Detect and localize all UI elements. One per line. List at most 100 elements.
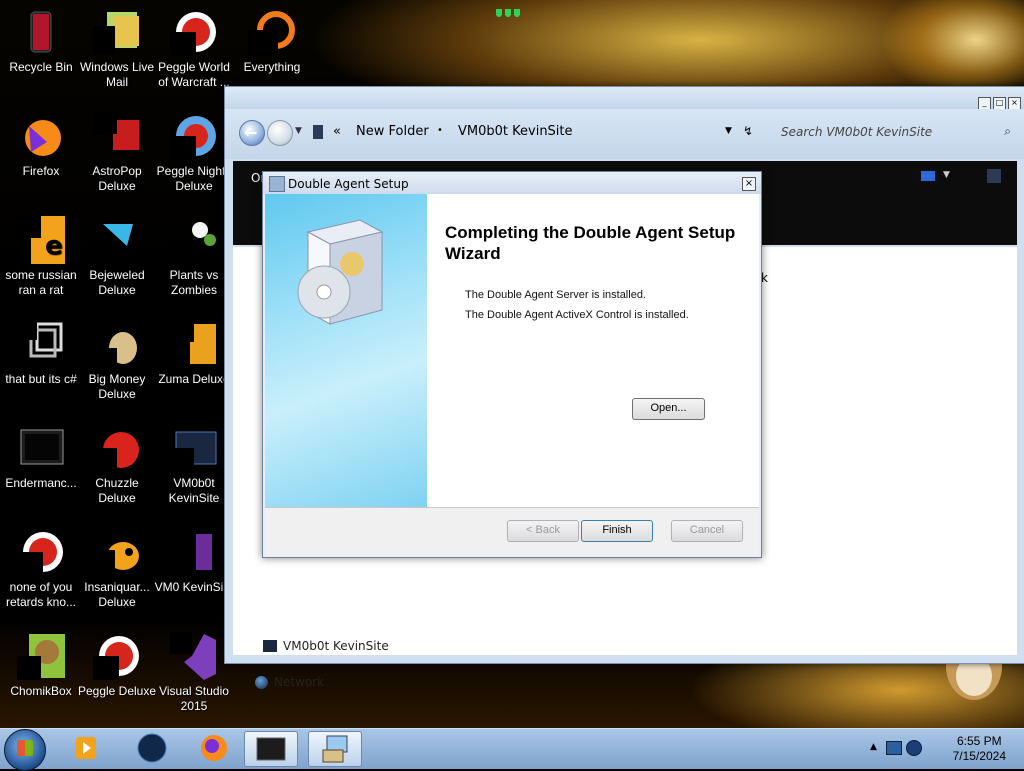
desktop-icon-bejeweled[interactable]: Bejeweled Deluxe xyxy=(76,210,158,298)
open-button[interactable]: Open... xyxy=(632,398,705,420)
desktop-icon-everything[interactable]: Everything xyxy=(231,2,313,75)
taskbar-item-firefox[interactable] xyxy=(188,731,240,765)
address-row: ← ▼ « New Folder • VM0b0t KevinSite ▼ ↯ … xyxy=(225,109,1024,159)
folder-icon xyxy=(263,640,277,652)
astropop-icon xyxy=(93,112,141,160)
arrow-left-icon: ← xyxy=(244,123,258,142)
search-icon[interactable]: ⌕ xyxy=(1004,124,1011,139)
windows-logo-icon xyxy=(17,740,33,756)
breadcrumb-new-folder[interactable]: New Folder xyxy=(356,124,429,139)
show-hidden-icons-icon[interactable]: ▲ xyxy=(870,742,877,752)
wizard-footer: < Back Finish Cancel xyxy=(265,507,759,556)
firefox-icon xyxy=(201,735,227,761)
back-button[interactable]: ← xyxy=(239,120,265,146)
search-placeholder: Search VM0b0t KevinSite xyxy=(781,125,933,139)
status-message-activex: The Double Agent ActiveX Control is inst… xyxy=(465,309,689,321)
wizard-content: Completing the Double Agent Setup Wizard… xyxy=(427,194,759,507)
back-button[interactable]: < Back xyxy=(507,520,579,542)
explorer-titlebar[interactable] xyxy=(225,87,1024,109)
app-icon xyxy=(17,528,65,576)
wizard-heading: Completing the Double Agent Setup Wizard xyxy=(445,223,736,263)
network-status-icon[interactable] xyxy=(886,741,902,755)
breadcrumb-separator[interactable]: • xyxy=(437,125,443,136)
folder-icon xyxy=(313,125,323,139)
nav-item-label: VM0b0t KevinSite xyxy=(283,639,389,653)
desktop-icon-endermanc[interactable]: Endermanc... xyxy=(0,418,82,491)
status-message-server: The Double Agent Server is installed. xyxy=(465,289,646,301)
taskbar-item-setup[interactable] xyxy=(308,731,362,767)
nav-item-vm0b0t-kevinsite[interactable]: VM0b0t KevinSite xyxy=(263,639,389,653)
chuzzle-icon xyxy=(93,424,141,472)
taskbar-item-globe-app[interactable] xyxy=(126,731,178,765)
network-icon xyxy=(255,675,268,689)
app-icon: e xyxy=(17,216,65,264)
desktop-icon-big-money[interactable]: Big Money Deluxe xyxy=(76,314,158,402)
view-options-icon[interactable] xyxy=(921,171,935,181)
address-bar[interactable]: « New Folder • VM0b0t KevinSite ▼ ↯ xyxy=(297,122,767,142)
plants-vs-zombies-icon xyxy=(170,216,218,264)
peggle-icon xyxy=(170,8,218,56)
bejeweled-icon xyxy=(93,216,141,264)
breadcrumb-overflow[interactable]: « xyxy=(333,124,341,139)
desktop-icon-chomikbox[interactable]: ChomikBox xyxy=(0,626,82,699)
preview-pane-icon[interactable] xyxy=(987,169,1001,183)
taskbar: ▲ 6:55 PM 7/15/2024 xyxy=(0,728,1024,771)
setup-icon xyxy=(322,735,348,763)
folder-icon xyxy=(170,424,218,472)
wallpaper-leds xyxy=(496,6,526,17)
setup-dialog: Double Agent Setup × Completing the Doub… xyxy=(262,171,762,558)
desktop-icon-none-of-you[interactable]: none of you retards kno... xyxy=(0,522,82,610)
desktop-icon-zuma[interactable]: Zuma Deluxe xyxy=(153,314,235,387)
app-window-icon xyxy=(256,737,286,761)
taskbar-item-media-player[interactable] xyxy=(60,731,112,765)
fish-icon xyxy=(93,528,141,576)
desktop-icon-windows-live-mail[interactable]: Windows Live Mail xyxy=(76,2,158,90)
desktop-icon-peggle-wow[interactable]: Peggle World of Warcraft ... xyxy=(153,2,235,90)
start-button[interactable] xyxy=(4,729,46,771)
hamster-icon xyxy=(17,632,65,680)
notification-area: ▲ 6:55 PM 7/15/2024 xyxy=(864,729,1024,769)
cancel-button[interactable]: Cancel xyxy=(671,520,743,542)
desktop-icon-vm0b0t-kevinsite[interactable]: VM0b0t KevinSite xyxy=(153,418,235,506)
recycle-bin-icon xyxy=(17,8,65,56)
desktop-icon-some-russian[interactable]: e some russian ran a rat xyxy=(0,210,82,298)
wizard-banner xyxy=(265,194,427,507)
desktop-icon-insaniquarium[interactable]: Insaniquar... Deluxe xyxy=(76,522,158,610)
search-input[interactable]: Search VM0b0t KevinSite ⌕ xyxy=(773,122,1015,142)
breadcrumb-vm0b0t-kevinsite[interactable]: VM0b0t KevinSite xyxy=(458,124,573,139)
volume-icon[interactable] xyxy=(906,740,922,756)
taskbar-item-app-window[interactable] xyxy=(244,731,298,767)
system-clock[interactable]: 6:55 PM 7/15/2024 xyxy=(953,734,1006,764)
desktop-icon-peggle-deluxe[interactable]: Peggle Deluxe xyxy=(76,626,158,699)
desktop-icon-chuzzle[interactable]: Chuzzle Deluxe xyxy=(76,418,158,506)
desktop-icon-visual-studio[interactable]: Visual Studio 2015 xyxy=(153,626,235,714)
nav-item-network[interactable]: Network xyxy=(255,675,324,689)
peggle-icon xyxy=(170,112,218,160)
finish-button[interactable]: Finish xyxy=(581,520,653,542)
desktop-icon-recycle-bin[interactable]: Recycle Bin xyxy=(0,2,82,75)
dialog-close-button[interactable]: × xyxy=(742,177,756,191)
wallpaper-swirl xyxy=(880,0,1024,100)
desktop-icon-firefox[interactable]: Firefox xyxy=(0,106,82,179)
view-dropdown-icon[interactable]: ▼ xyxy=(943,170,950,180)
desktop-icon-plants-vs-zombies[interactable]: Plants vs Zombies xyxy=(153,210,235,298)
zuma-icon xyxy=(170,320,218,368)
app-icon xyxy=(17,424,65,472)
globe-app-icon xyxy=(137,733,167,763)
clock-date: 7/15/2024 xyxy=(952,749,1006,763)
refresh-icon[interactable]: ↯ xyxy=(743,124,753,138)
media-player-icon xyxy=(76,737,96,759)
search-tool-icon xyxy=(248,8,296,56)
svg-text:e: e xyxy=(45,231,63,261)
desktop-icon-that-but-its-c[interactable]: that but its c# xyxy=(0,314,82,387)
desktop-icon-astropop[interactable]: AstroPop Deluxe xyxy=(76,106,158,194)
partial-label: k xyxy=(761,271,768,285)
forward-button[interactable] xyxy=(267,120,293,146)
dialog-title: Double Agent Setup xyxy=(288,177,409,191)
dialog-titlebar[interactable]: Double Agent Setup × xyxy=(263,172,761,194)
desktop-icon-vm0-kevinsite[interactable]: VM0 KevinSi... xyxy=(153,522,235,595)
address-dropdown-icon[interactable]: ▼ xyxy=(725,126,732,136)
mail-icon xyxy=(93,8,141,56)
desktop-icon-peggle-nights[interactable]: Peggle Nights Deluxe xyxy=(153,106,235,194)
setup-icon xyxy=(269,176,285,192)
